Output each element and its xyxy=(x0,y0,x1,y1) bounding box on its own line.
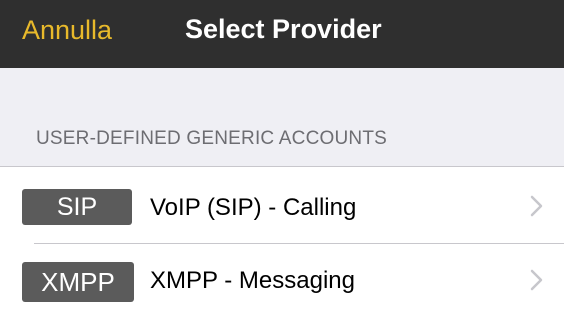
provider-row-sip[interactable]: SIP VoIP (SIP) - Calling xyxy=(0,167,564,244)
navigation-bar: Annulla Select Provider xyxy=(0,0,564,68)
cancel-button[interactable]: Annulla xyxy=(22,14,112,46)
chevron-right-icon xyxy=(530,269,543,291)
select-provider-screen: Annulla Select Provider USER-DEFINED GEN… xyxy=(0,0,564,316)
chevron-right-icon xyxy=(530,195,543,217)
provider-label: XMPP - Messaging xyxy=(150,267,355,294)
sip-badge: SIP xyxy=(22,189,132,225)
section-header: USER-DEFINED GENERIC ACCOUNTS xyxy=(36,128,388,149)
xmpp-badge: XMPP xyxy=(22,262,134,302)
provider-label: VoIP (SIP) - Calling xyxy=(150,194,357,221)
page-title: Select Provider xyxy=(185,14,382,44)
provider-row-xmpp[interactable]: XMPP XMPP - Messaging xyxy=(0,244,564,316)
provider-list: SIP VoIP (SIP) - Calling XMPP XMPP - Mes… xyxy=(0,166,564,316)
